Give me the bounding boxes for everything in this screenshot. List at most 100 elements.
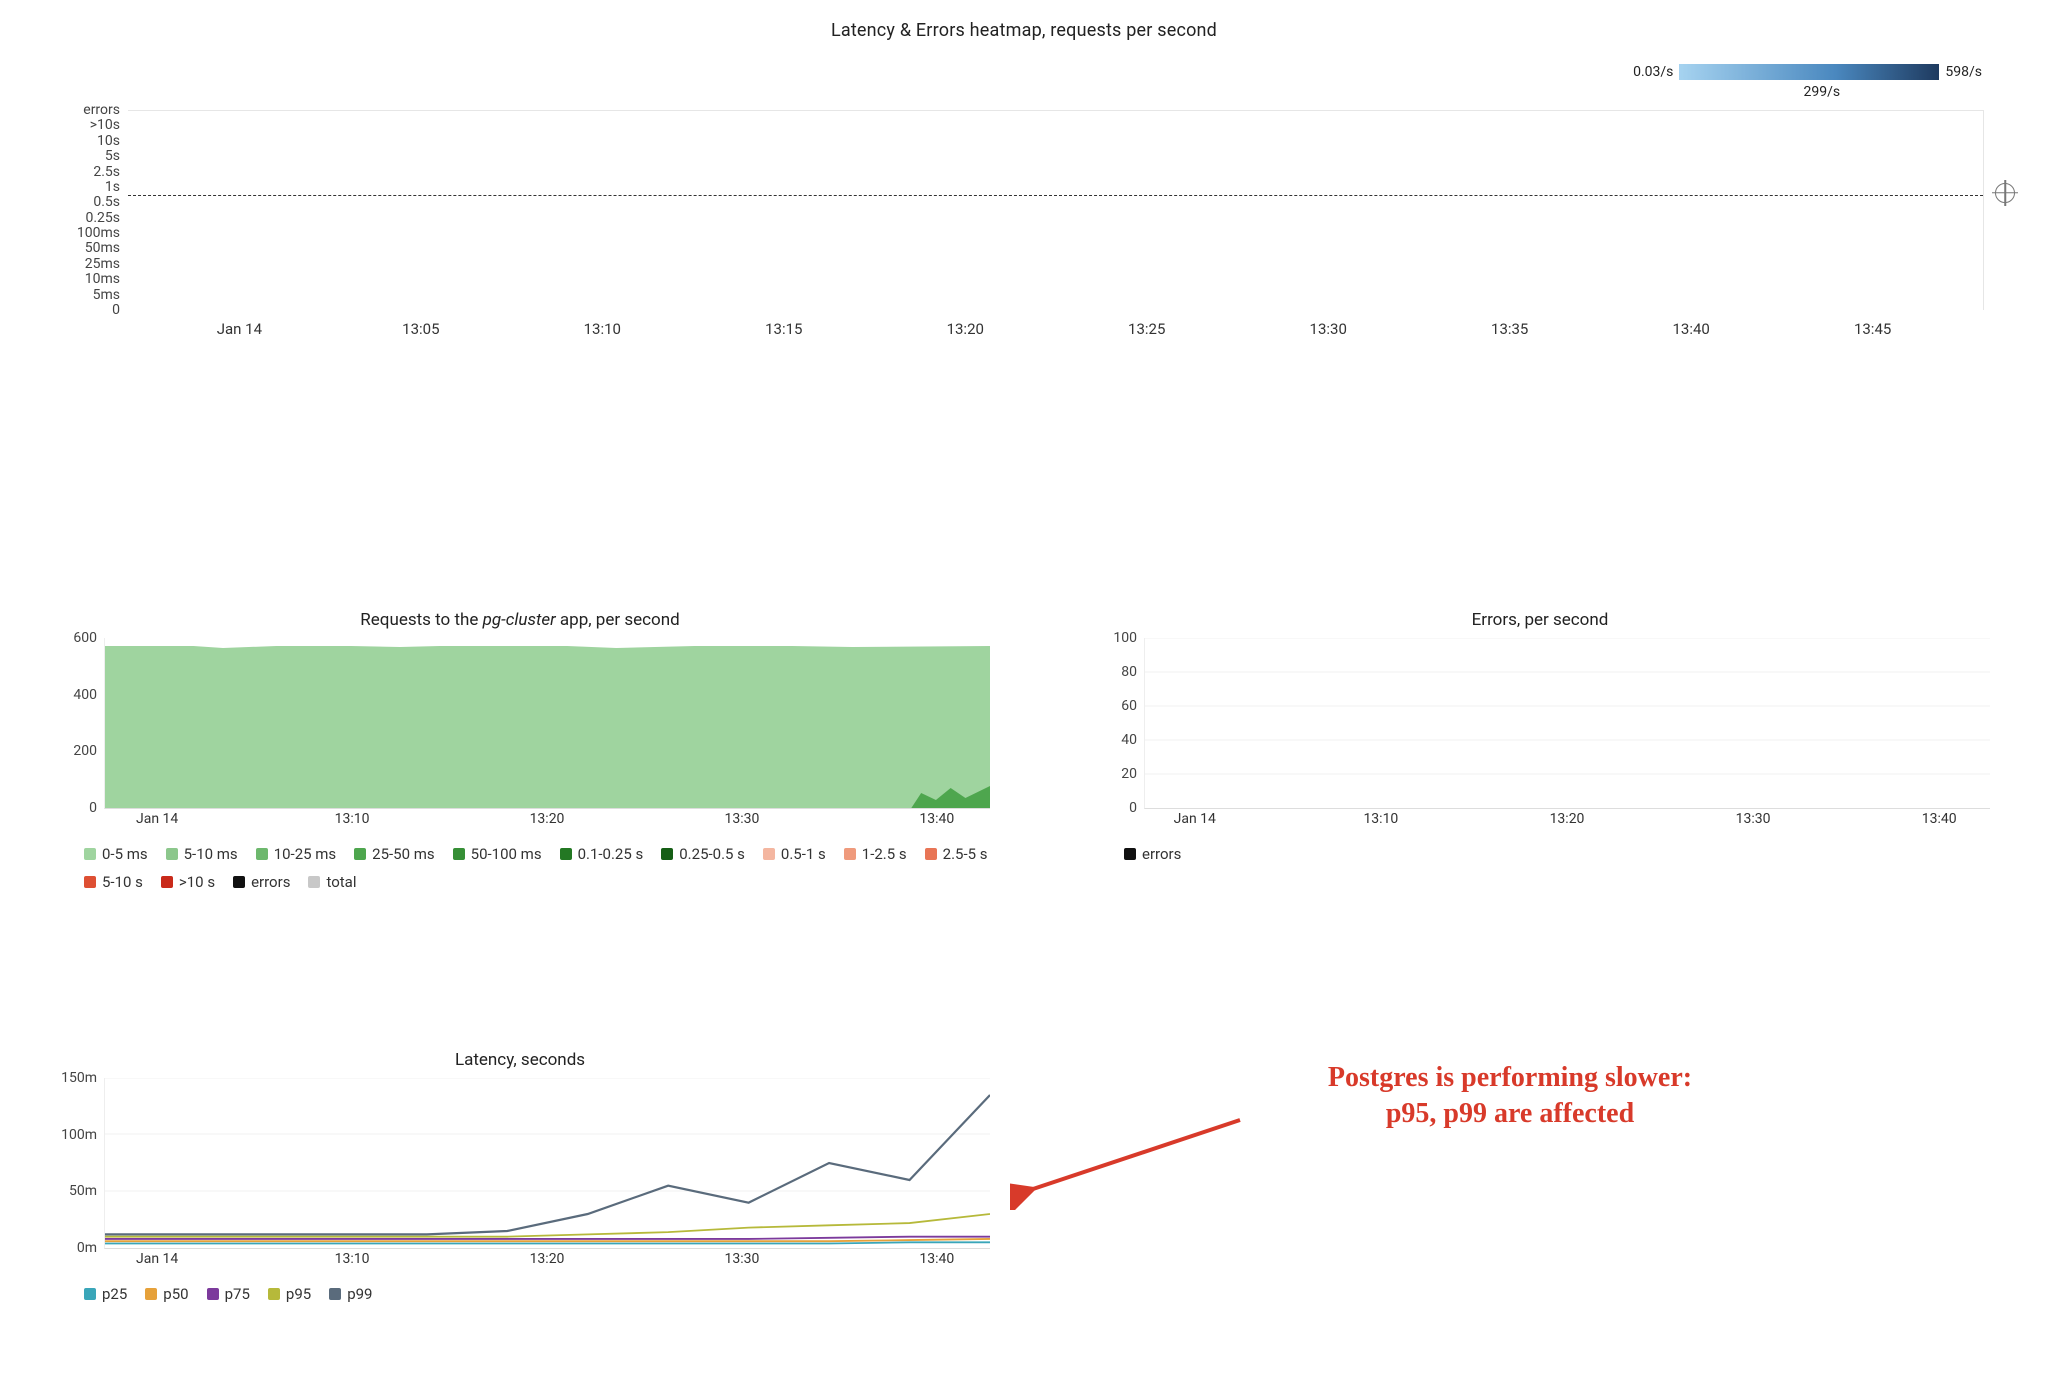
- legend-item[interactable]: p99: [329, 1285, 372, 1303]
- y-tick: 0: [1089, 800, 1137, 816]
- x-tick: 13:45: [1854, 320, 1891, 338]
- y-tick: 400: [49, 687, 97, 703]
- legend-item[interactable]: 1-2.5 s: [844, 845, 907, 863]
- legend-item[interactable]: errors: [233, 873, 290, 891]
- heatmap-y-tick: 100ms: [77, 225, 120, 241]
- legend-label: 0-5 ms: [102, 845, 148, 863]
- y-tick: 60: [1089, 698, 1137, 714]
- x-tick: 13:20: [947, 320, 984, 338]
- heatmap-plot-area[interactable]: [128, 110, 1984, 310]
- heatmap-gradient-legend: 0.03/s 299/s 598/s: [1627, 64, 1988, 80]
- legend-item[interactable]: 2.5-5 s: [925, 845, 988, 863]
- requests-plot-area[interactable]: 0200400600: [104, 638, 990, 809]
- x-tick: 13:10: [335, 811, 370, 827]
- legend-swatch: [925, 848, 937, 860]
- legend-label: 50-100 ms: [471, 845, 542, 863]
- x-tick: 13:30: [1310, 320, 1347, 338]
- x-tick: 13:20: [530, 811, 565, 827]
- legend-label: p75: [225, 1285, 250, 1303]
- latency-chart-title: Latency, seconds: [40, 1050, 1000, 1070]
- latency-legend: p25 p50 p75 p95 p99: [84, 1285, 1000, 1303]
- legend-label: >10 s: [179, 873, 215, 891]
- latency-x-axis: Jan 1413:1013:2013:3013:40: [104, 1249, 990, 1271]
- requests-x-axis: Jan 1413:1013:2013:3013:40: [104, 809, 990, 831]
- errors-chart[interactable]: Errors, per second 020406080100 Jan 1413…: [1080, 610, 2000, 863]
- y-tick: 600: [49, 630, 97, 646]
- heatmap-x-axis: Jan 1413:0513:1013:1513:2013:2513:3013:3…: [128, 316, 1984, 350]
- legend-item[interactable]: 0.25-0.5 s: [661, 845, 745, 863]
- heatmap-y-tick: 0: [112, 302, 120, 318]
- annotation-text: Postgres is performing slower: p95, p99 …: [1230, 1060, 1790, 1133]
- legend-item[interactable]: 5-10 s: [84, 873, 143, 891]
- heatmap-y-tick: errors: [83, 102, 120, 118]
- legend-swatch: [233, 876, 245, 888]
- latency-plot-area[interactable]: 0m50m100m150m: [104, 1078, 990, 1249]
- legend-label: p50: [163, 1285, 188, 1303]
- legend-label: p99: [347, 1285, 372, 1303]
- legend-label: 10-25 ms: [274, 845, 336, 863]
- y-tick: 0: [49, 800, 97, 816]
- legend-swatch: [1124, 848, 1136, 860]
- legend-label: total: [326, 873, 356, 891]
- y-tick: 100m: [49, 1127, 97, 1143]
- heatmap-title: Latency & Errors heatmap, requests per s…: [40, 20, 2008, 41]
- legend-label: 0.1-0.25 s: [578, 845, 644, 863]
- heatmap-threshold-line: [128, 195, 1983, 196]
- legend-swatch: [84, 848, 96, 860]
- legend-item[interactable]: 5-10 ms: [166, 845, 238, 863]
- legend-item[interactable]: p95: [268, 1285, 311, 1303]
- legend-swatch: [84, 1288, 96, 1300]
- y-tick: 150m: [49, 1070, 97, 1086]
- heatmap-y-tick: >10s: [90, 117, 120, 133]
- legend-item[interactable]: errors: [1124, 845, 1181, 863]
- y-tick: 50m: [49, 1183, 97, 1199]
- legend-item[interactable]: 50-100 ms: [453, 845, 542, 863]
- x-tick: 13:40: [919, 811, 954, 827]
- legend-label: 0.5-1 s: [781, 845, 826, 863]
- gradient-high-label: 598/s: [1945, 64, 1982, 80]
- legend-item[interactable]: 0-5 ms: [84, 845, 148, 863]
- legend-label: 0.25-0.5 s: [679, 845, 745, 863]
- latency-series-p99: [105, 1095, 990, 1234]
- requests-chart[interactable]: Requests to the pg-cluster app, per seco…: [40, 610, 1000, 891]
- legend-item[interactable]: p25: [84, 1285, 127, 1303]
- legend-label: errors: [1142, 845, 1181, 863]
- errors-x-axis: Jan 1413:1013:2013:3013:40: [1144, 809, 1990, 831]
- x-tick: 13:40: [1922, 811, 1957, 827]
- legend-item[interactable]: p75: [207, 1285, 250, 1303]
- legend-item[interactable]: 10-25 ms: [256, 845, 336, 863]
- heatmap-y-tick: 10s: [97, 133, 120, 149]
- legend-item[interactable]: 0.5-1 s: [763, 845, 826, 863]
- legend-swatch: [329, 1288, 341, 1300]
- y-tick: 40: [1089, 732, 1137, 748]
- latency-chart[interactable]: Latency, seconds 0m50m100m150m Jan 14 13:…: [40, 1050, 1000, 1303]
- legend-item[interactable]: p50: [145, 1285, 188, 1303]
- legend-item[interactable]: 0.1-0.25 s: [560, 845, 644, 863]
- legend-swatch: [84, 876, 96, 888]
- legend-swatch: [763, 848, 775, 860]
- legend-item[interactable]: total: [308, 873, 356, 891]
- legend-swatch: [207, 1288, 219, 1300]
- x-tick: Jan 14: [136, 1251, 178, 1267]
- x-tick: 13:20: [1550, 811, 1585, 827]
- y-tick: 100: [1089, 630, 1137, 646]
- gradient-low-label: 0.03/s: [1633, 64, 1673, 80]
- legend-swatch: [166, 848, 178, 860]
- heatmap-y-tick: 5ms: [93, 287, 120, 303]
- legend-label: 5-10 ms: [184, 845, 238, 863]
- errors-chart-title: Errors, per second: [1080, 610, 2000, 630]
- x-tick: Jan 14: [136, 811, 178, 827]
- errors-plot-area[interactable]: 020406080100: [1144, 638, 1990, 809]
- legend-label: 5-10 s: [102, 873, 143, 891]
- heatmap-y-tick: 25ms: [85, 256, 120, 272]
- x-tick: 13:10: [335, 1251, 370, 1267]
- legend-item[interactable]: 25-50 ms: [354, 845, 434, 863]
- legend-item[interactable]: >10 s: [161, 873, 215, 891]
- gradient-mid-label: 299/s: [1804, 84, 1841, 100]
- legend-swatch: [256, 848, 268, 860]
- latency-series-p25: [105, 1242, 990, 1243]
- legend-label: p25: [102, 1285, 127, 1303]
- heatmap-panel[interactable]: errors>10s10s5s2.5s1s0.5s0.25s100ms50ms2…: [40, 110, 2008, 350]
- requests-chart-title: Requests to the pg-cluster app, per seco…: [40, 610, 1000, 630]
- crosshair-icon[interactable]: [1995, 183, 2015, 203]
